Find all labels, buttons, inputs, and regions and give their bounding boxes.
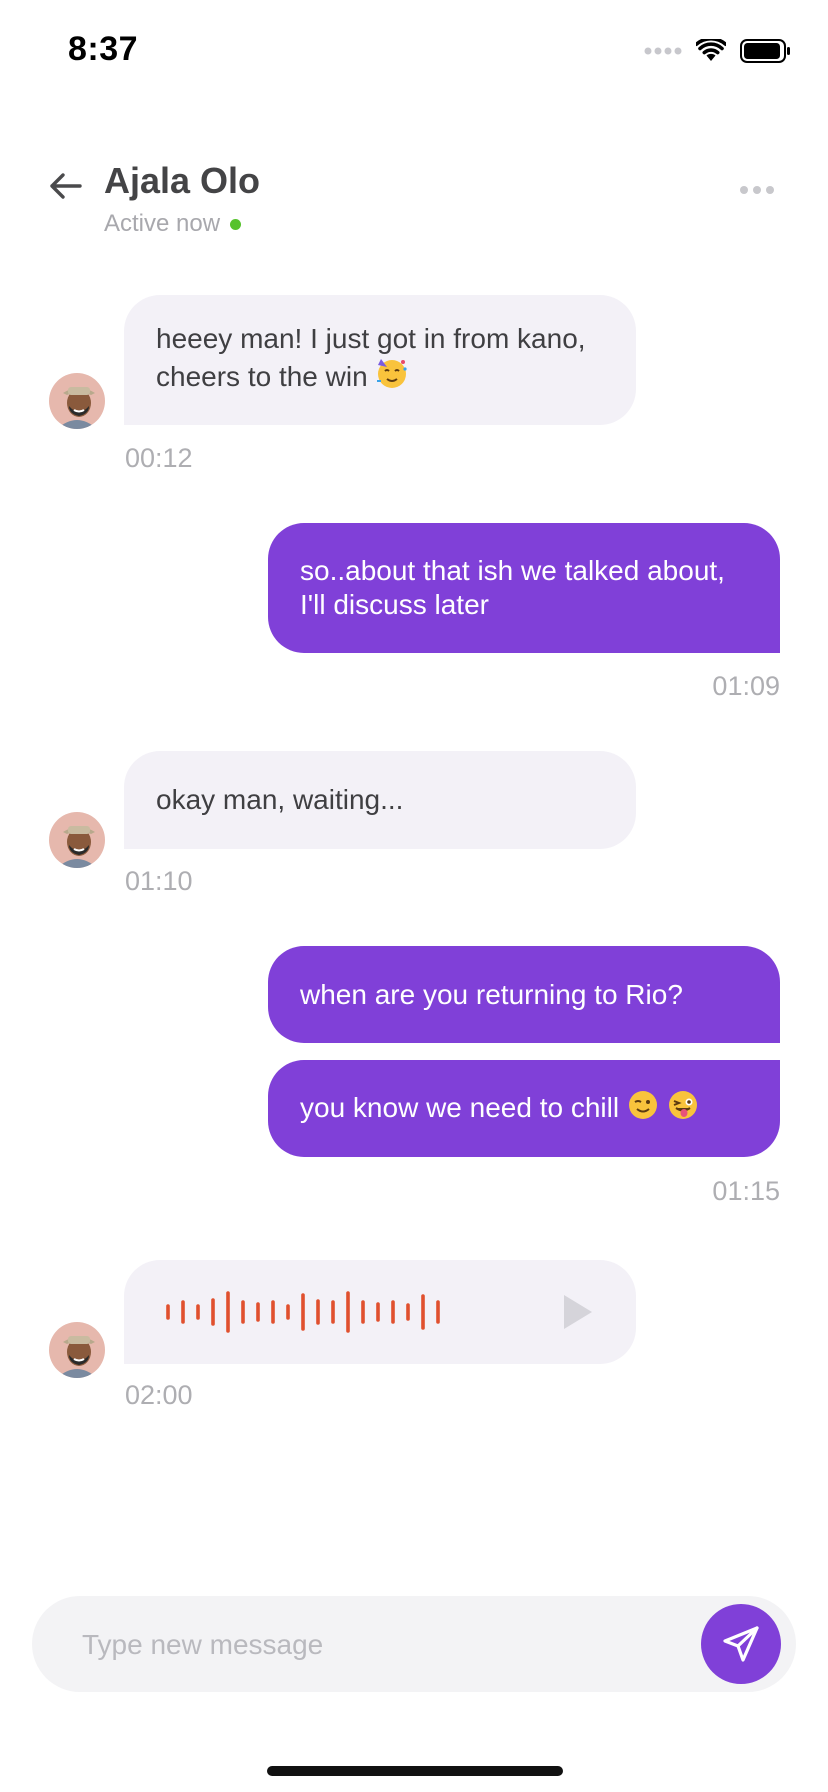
arrow-left-icon [50,173,82,199]
presence-status: Active now [104,210,242,238]
status-icons [644,34,792,68]
avatar-image [49,1322,105,1378]
back-button[interactable] [46,166,86,206]
message-timestamp: 00:12 [125,443,193,473]
message-text: you know we need to chill [300,1091,620,1123]
voice-note-bubble[interactable] [124,1260,636,1364]
more-dots-icon [740,186,748,194]
wifi-icon [696,39,726,61]
more-options-button[interactable] [740,186,774,194]
online-indicator [230,218,242,230]
message-timestamp: 02:00 [125,1380,193,1410]
winking-face-with-tongue-emoji-icon [667,1089,699,1129]
audio-waveform-icon [166,1291,440,1333]
message-timestamp: 01:15 [712,1176,780,1206]
contact-name: Ajala Olo [104,160,261,201]
message-input[interactable] [80,1620,644,1670]
play-button[interactable] [562,1293,594,1336]
send-icon [723,1626,759,1662]
partying-face-emoji-icon [375,356,409,398]
play-icon [564,1295,592,1329]
winking-face-emoji-icon [627,1089,659,1129]
message-timestamp: 01:10 [125,866,193,896]
avatar-image [49,373,105,429]
message-text-line: so..about that ish we talked about, [300,555,725,586]
home-indicator [267,1766,563,1776]
contact-avatar [49,1322,105,1378]
send-button[interactable] [701,1604,781,1684]
message-bubble-incoming[interactable]: heeey man! I just got in from kano, chee… [124,295,636,425]
cellular-signal-icon [644,47,682,55]
message-text: okay man, waiting... [156,784,404,815]
message-timestamp: 01:09 [712,671,780,701]
message-text-line: cheers to the win [156,361,368,392]
message-bubble-outgoing[interactable]: you know we need to chill [268,1060,780,1157]
message-bubble-outgoing[interactable]: when are you returning to Rio? [268,946,780,1043]
contact-avatar [49,812,105,868]
presence-label: Active now [104,210,221,237]
battery-icon [740,39,790,63]
message-composer [32,1596,796,1692]
message-bubble-outgoing[interactable]: so..about that ish we talked about, I'll… [268,523,780,653]
status-time: 8:37 [68,30,139,68]
message-text: when are you returning to Rio? [300,978,683,1010]
message-text-line: I'll discuss later [300,589,489,620]
message-bubble-incoming[interactable]: okay man, waiting... [124,751,636,849]
contact-avatar [49,373,105,429]
message-text-line: heeey man! I just got in from kano, [156,323,586,354]
avatar-image [49,812,105,868]
